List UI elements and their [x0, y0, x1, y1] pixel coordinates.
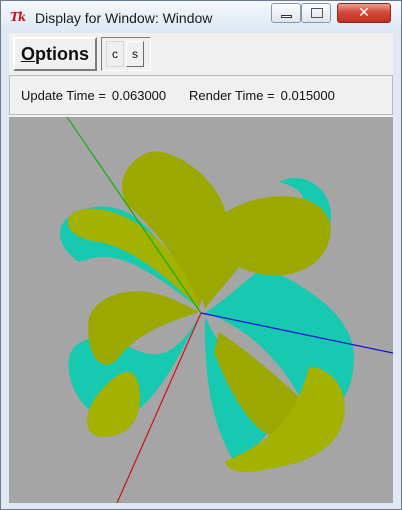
render-time-label: Render Time = — [189, 88, 275, 103]
options-label: ptions — [35, 44, 89, 64]
render-viewport[interactable] — [9, 117, 393, 503]
close-button[interactable]: ✕ — [337, 3, 391, 23]
render-time-readout: Render Time = 0.015000 — [189, 88, 335, 103]
update-time-readout: Update Time = 0.063000 — [21, 88, 166, 103]
options-mnemonic: O — [20, 44, 35, 64]
toggle-group: c s — [101, 37, 151, 71]
app-window: Tk Display for Window: Window ✕ Options … — [0, 0, 402, 510]
update-time-value: 0.063000 — [111, 88, 167, 103]
toolbar: Options c s — [9, 33, 393, 75]
window-title: Display for Window: Window — [35, 10, 213, 26]
scene-canvas — [59, 117, 393, 503]
close-icon: ✕ — [358, 5, 370, 21]
options-menu-button[interactable]: Options — [13, 37, 97, 71]
maximize-button[interactable] — [301, 3, 331, 23]
minimize-button[interactable] — [271, 3, 301, 23]
status-bar: Update Time = 0.063000 Render Time = 0.015… — [9, 75, 393, 115]
toggle-s-button[interactable]: s — [126, 41, 144, 67]
update-time-label: Update Time = — [21, 88, 106, 103]
toggle-c-button[interactable]: c — [106, 41, 124, 67]
minimize-icon — [281, 15, 292, 18]
tk-app-icon: Tk — [10, 10, 26, 24]
maximize-icon — [311, 8, 323, 18]
title-bar[interactable]: Tk Display for Window: Window ✕ — [1, 1, 401, 33]
render-time-value: 0.015000 — [280, 88, 335, 103]
client-area: Options c s Update Time = 0.063000 Render… — [9, 33, 393, 503]
